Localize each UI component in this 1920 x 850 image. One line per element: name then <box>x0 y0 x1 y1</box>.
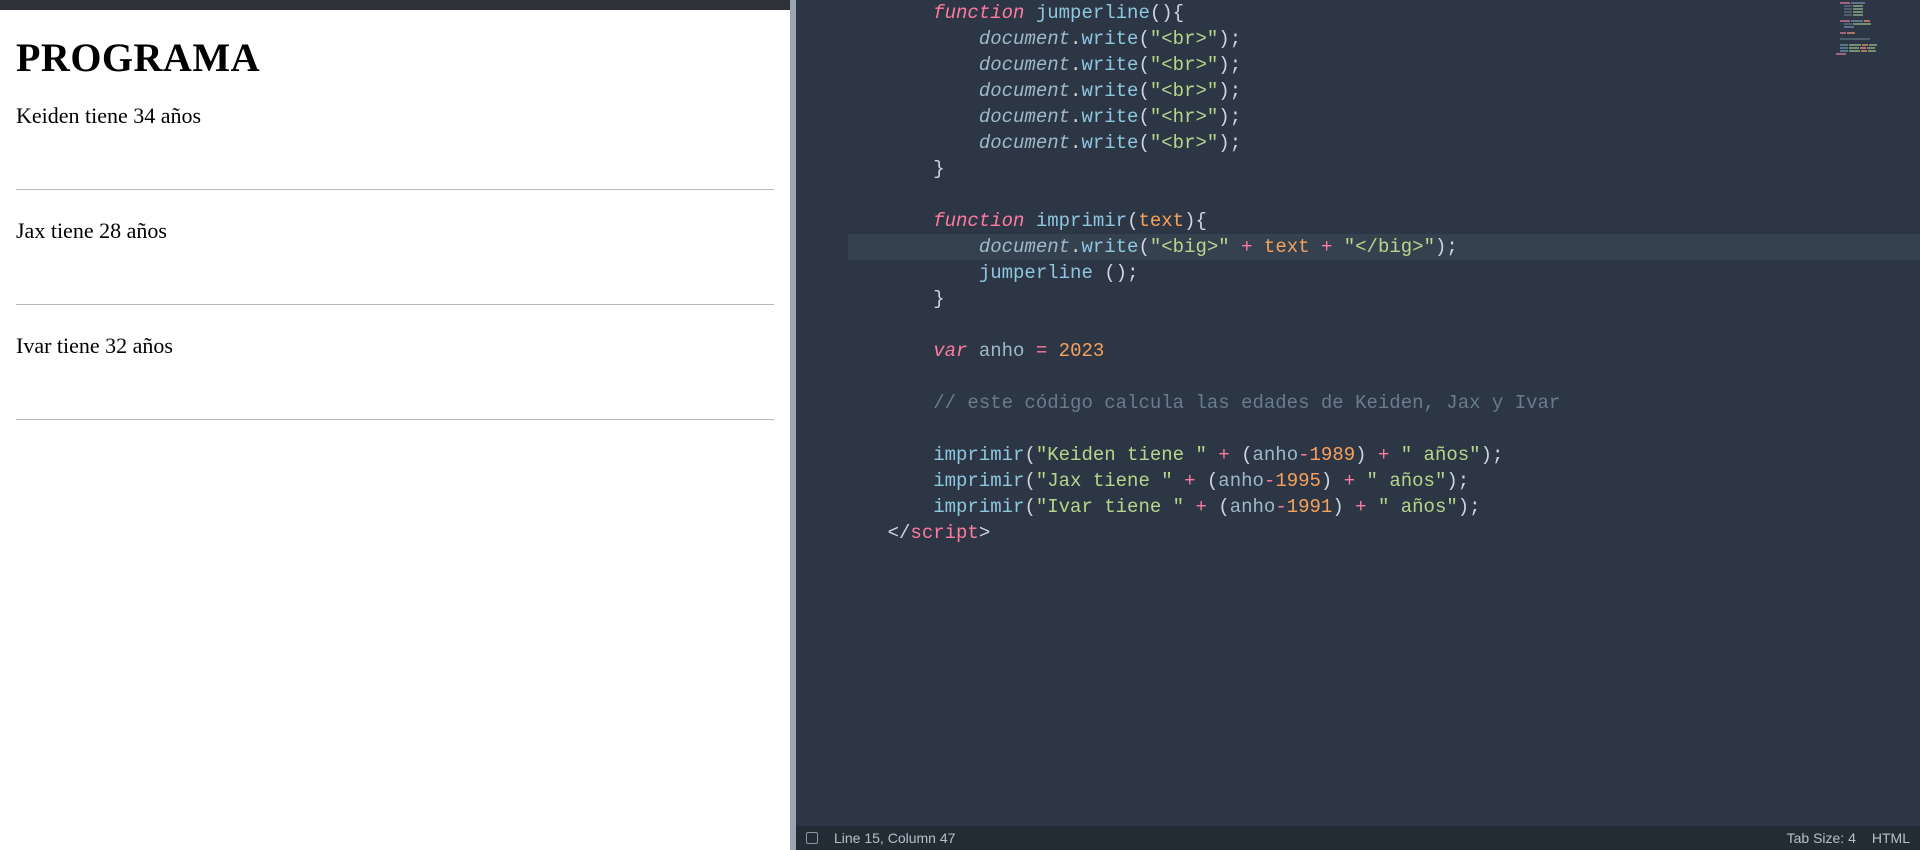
code-line[interactable]: 19 var anho = 2023 <box>796 338 1920 364</box>
preview-separator <box>16 419 774 420</box>
code-text[interactable]: // este código calcula las edades de Kei… <box>842 390 1560 416</box>
code-line[interactable]: 22 <box>796 416 1920 442</box>
code-line[interactable]: 16 jumperline (); <box>796 260 1920 286</box>
code-line[interactable]: 8 document.write("<br>"); <box>796 52 1920 78</box>
code-text[interactable]: } <box>842 286 945 312</box>
code-line[interactable]: 23 imprimir("Keiden tiene " + (anho-1989… <box>796 442 1920 468</box>
code-text[interactable]: document.write("<big>" + text + "</big>"… <box>842 234 1458 260</box>
code-line[interactable]: 12 } <box>796 156 1920 182</box>
code-line[interactable]: 15 document.write("<big>" + text + "</bi… <box>796 234 1920 260</box>
statusbar: Line 15, Column 47 Tab Size: 4 HTML <box>796 826 1920 850</box>
preview-line: Keiden tiene 34 años <box>16 103 774 129</box>
code-line[interactable]: 6 function jumperline(){ <box>796 0 1920 26</box>
code-line[interactable]: 14 function imprimir(text){ <box>796 208 1920 234</box>
code-area[interactable]: 6 function jumperline(){7 document.write… <box>796 0 1920 546</box>
editor-scroll[interactable]: 6 function jumperline(){7 document.write… <box>796 0 1920 826</box>
code-line[interactable]: 10 document.write("<hr>"); <box>796 104 1920 130</box>
code-text[interactable]: </script> <box>842 520 990 546</box>
code-text[interactable]: document.write("<br>"); <box>842 130 1241 156</box>
code-text[interactable]: imprimir("Keiden tiene " + (anho-1989) +… <box>842 442 1503 468</box>
code-text[interactable]: document.write("<hr>"); <box>842 104 1241 130</box>
code-line[interactable]: 17 } <box>796 286 1920 312</box>
code-line[interactable]: 7 document.write("<br>"); <box>796 26 1920 52</box>
code-line[interactable]: 18 <box>796 312 1920 338</box>
preview-body: PROGRAMA Keiden tiene 34 años Jax tiene … <box>0 10 790 448</box>
statusbar-panel-icon[interactable] <box>806 832 818 844</box>
statusbar-tab-size[interactable]: Tab Size: 4 <box>1787 830 1856 846</box>
code-text[interactable]: document.write("<br>"); <box>842 52 1241 78</box>
browser-preview-pane: PROGRAMA Keiden tiene 34 años Jax tiene … <box>0 0 790 850</box>
code-text[interactable]: document.write("<br>"); <box>842 26 1241 52</box>
code-text[interactable]: document.write("<br>"); <box>842 78 1241 104</box>
preview-separator <box>16 189 774 190</box>
preview-line: Jax tiene 28 años <box>16 218 774 244</box>
code-line[interactable]: 21 // este código calcula las edades de … <box>796 390 1920 416</box>
code-text[interactable]: jumperline (); <box>842 260 1138 286</box>
code-text[interactable]: var anho = 2023 <box>842 338 1104 364</box>
code-text[interactable]: imprimir("Jax tiene " + (anho-1995) + " … <box>842 468 1469 494</box>
statusbar-cursor[interactable]: Line 15, Column 47 <box>834 830 955 846</box>
minimap[interactable] <box>1836 2 1914 62</box>
code-line[interactable]: 25 imprimir("Ivar tiene " + (anho-1991) … <box>796 494 1920 520</box>
code-text[interactable]: } <box>842 156 945 182</box>
preview-separator <box>16 304 774 305</box>
code-text[interactable]: function imprimir(text){ <box>842 208 1207 234</box>
code-line[interactable]: 26 </script> <box>796 520 1920 546</box>
preview-title: PROGRAMA <box>16 34 774 81</box>
code-text[interactable]: imprimir("Ivar tiene " + (anho-1991) + "… <box>842 494 1481 520</box>
code-line[interactable]: 20 <box>796 364 1920 390</box>
code-text[interactable]: function jumperline(){ <box>842 0 1184 26</box>
code-line[interactable]: 9 document.write("<br>"); <box>796 78 1920 104</box>
code-line[interactable]: 13 <box>796 182 1920 208</box>
preview-topbar <box>0 0 790 10</box>
preview-line: Ivar tiene 32 años <box>16 333 774 359</box>
statusbar-syntax[interactable]: HTML <box>1872 830 1910 846</box>
code-editor-pane: 6 function jumperline(){7 document.write… <box>796 0 1920 850</box>
code-line[interactable]: 24 imprimir("Jax tiene " + (anho-1995) +… <box>796 468 1920 494</box>
code-line[interactable]: 11 document.write("<br>"); <box>796 130 1920 156</box>
